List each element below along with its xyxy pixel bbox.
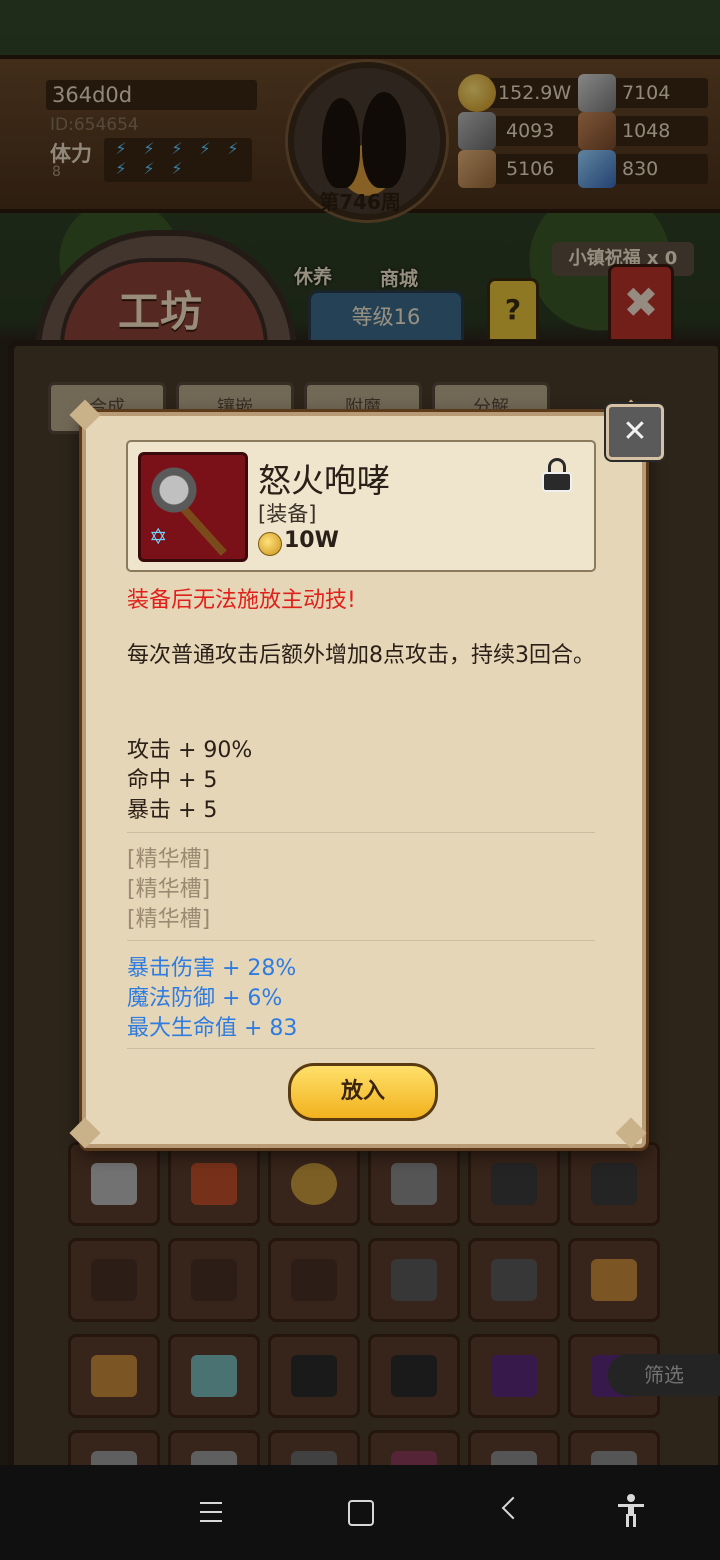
accessibility-icon[interactable]	[618, 1494, 644, 1528]
divider	[127, 832, 595, 833]
item-description: 每次普通攻击后额外增加8点攻击，持续3回合。	[127, 643, 595, 668]
item-stat: 攻击 + 90%	[127, 738, 253, 763]
recent-apps-icon[interactable]	[200, 1502, 222, 1522]
essence-slot: [精华槽]	[127, 877, 211, 902]
item-stat: 暴击 + 5	[127, 798, 218, 823]
unlock-icon[interactable]	[542, 458, 572, 492]
close-dialog-icon[interactable]: ✕	[606, 404, 664, 460]
divider	[127, 940, 595, 941]
item-stat: 命中 + 5	[127, 768, 218, 793]
item-bonus: 暴击伤害 + 28%	[127, 956, 297, 981]
item-type: [装备]	[258, 502, 317, 526]
essence-slot: [精华槽]	[127, 907, 211, 932]
axe-icon: ✡	[138, 452, 248, 562]
gold-coin-icon	[258, 532, 282, 556]
essence-slot: [精华槽]	[127, 847, 211, 872]
item-bonus: 最大生命值 + 83	[127, 1016, 298, 1041]
item-name: 怒火咆哮	[258, 461, 390, 500]
star-rank-icon: ✡	[149, 525, 168, 550]
item-price: 10W	[284, 528, 339, 553]
put-in-button[interactable]: 放入	[288, 1063, 438, 1121]
home-icon[interactable]	[348, 1500, 374, 1526]
item-bonus: 魔法防御 + 6%	[127, 986, 283, 1011]
item-warning: 装备后无法施放主动技!	[127, 588, 356, 613]
divider	[127, 1048, 595, 1049]
